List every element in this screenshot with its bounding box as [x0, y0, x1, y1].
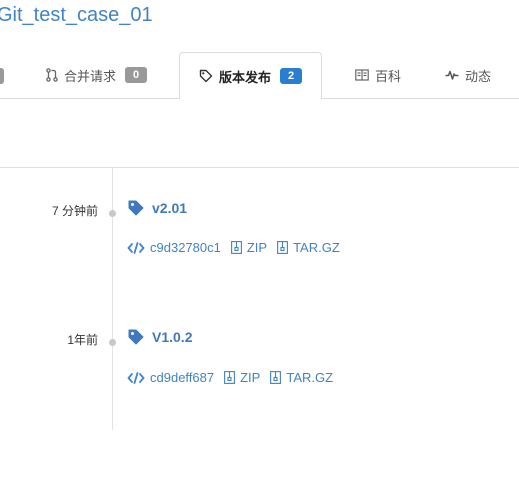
tab-label: 合并请求 — [64, 68, 117, 84]
pull-request-count-badge: 0 — [125, 67, 148, 83]
tab-pull-requests[interactable]: 合并请求 0 — [46, 52, 148, 98]
tab-label: 版本发布 — [219, 69, 272, 85]
code-icon — [127, 371, 145, 384]
timeline-line — [112, 168, 113, 430]
zip-download-link[interactable]: ZIP — [240, 370, 260, 385]
release-links: cd9deff687 ZIP TAR.GZ — [127, 370, 343, 385]
release-tag-link[interactable]: v2.01 — [152, 200, 187, 216]
zip-download-link[interactable]: ZIP — [247, 240, 267, 255]
zip-file-icon — [270, 371, 282, 384]
tab-label: 百科 — [375, 68, 402, 84]
tab-label: 动态 — [465, 68, 492, 84]
release-item: v2.01 — [128, 200, 187, 216]
previous-tab-badge — [0, 68, 4, 84]
commit-link[interactable]: cd9deff687 — [150, 370, 214, 385]
release-time: 7 分钟前 — [51, 204, 98, 218]
timeline-dot — [109, 339, 116, 346]
tag-icon — [199, 69, 213, 83]
pull-request-icon — [46, 68, 58, 82]
repo-title[interactable]: Git_test_case_01 — [0, 4, 153, 27]
timeline-dot — [109, 210, 116, 217]
pulse-icon — [445, 70, 459, 80]
release-item: V1.0.2 — [128, 329, 192, 345]
zip-file-icon — [230, 241, 242, 254]
tar-download-link[interactable]: TAR.GZ — [286, 370, 333, 385]
tab-wiki[interactable]: 百科 — [355, 52, 401, 98]
release-tag-link[interactable]: V1.0.2 — [152, 329, 192, 345]
zip-file-icon — [224, 371, 236, 384]
tar-download-link[interactable]: TAR.GZ — [293, 240, 340, 255]
release-time: 1年前 — [67, 333, 98, 347]
book-icon — [355, 69, 369, 81]
commit-link[interactable]: c9d32780c1 — [150, 240, 221, 255]
tab-releases[interactable]: 版本发布 2 — [179, 52, 323, 99]
tag-fill-icon — [128, 200, 144, 216]
repo-tab-bar: 合并请求 0 版本发布 2 百科 动态 — [0, 52, 519, 99]
zip-file-icon — [277, 241, 289, 254]
content-divider — [0, 167, 519, 168]
release-links: c9d32780c1 ZIP TAR.GZ — [127, 240, 350, 255]
tab-activity[interactable]: 动态 — [445, 52, 491, 98]
release-count-badge: 2 — [280, 68, 303, 84]
code-icon — [127, 241, 145, 254]
tag-fill-icon — [128, 329, 144, 345]
